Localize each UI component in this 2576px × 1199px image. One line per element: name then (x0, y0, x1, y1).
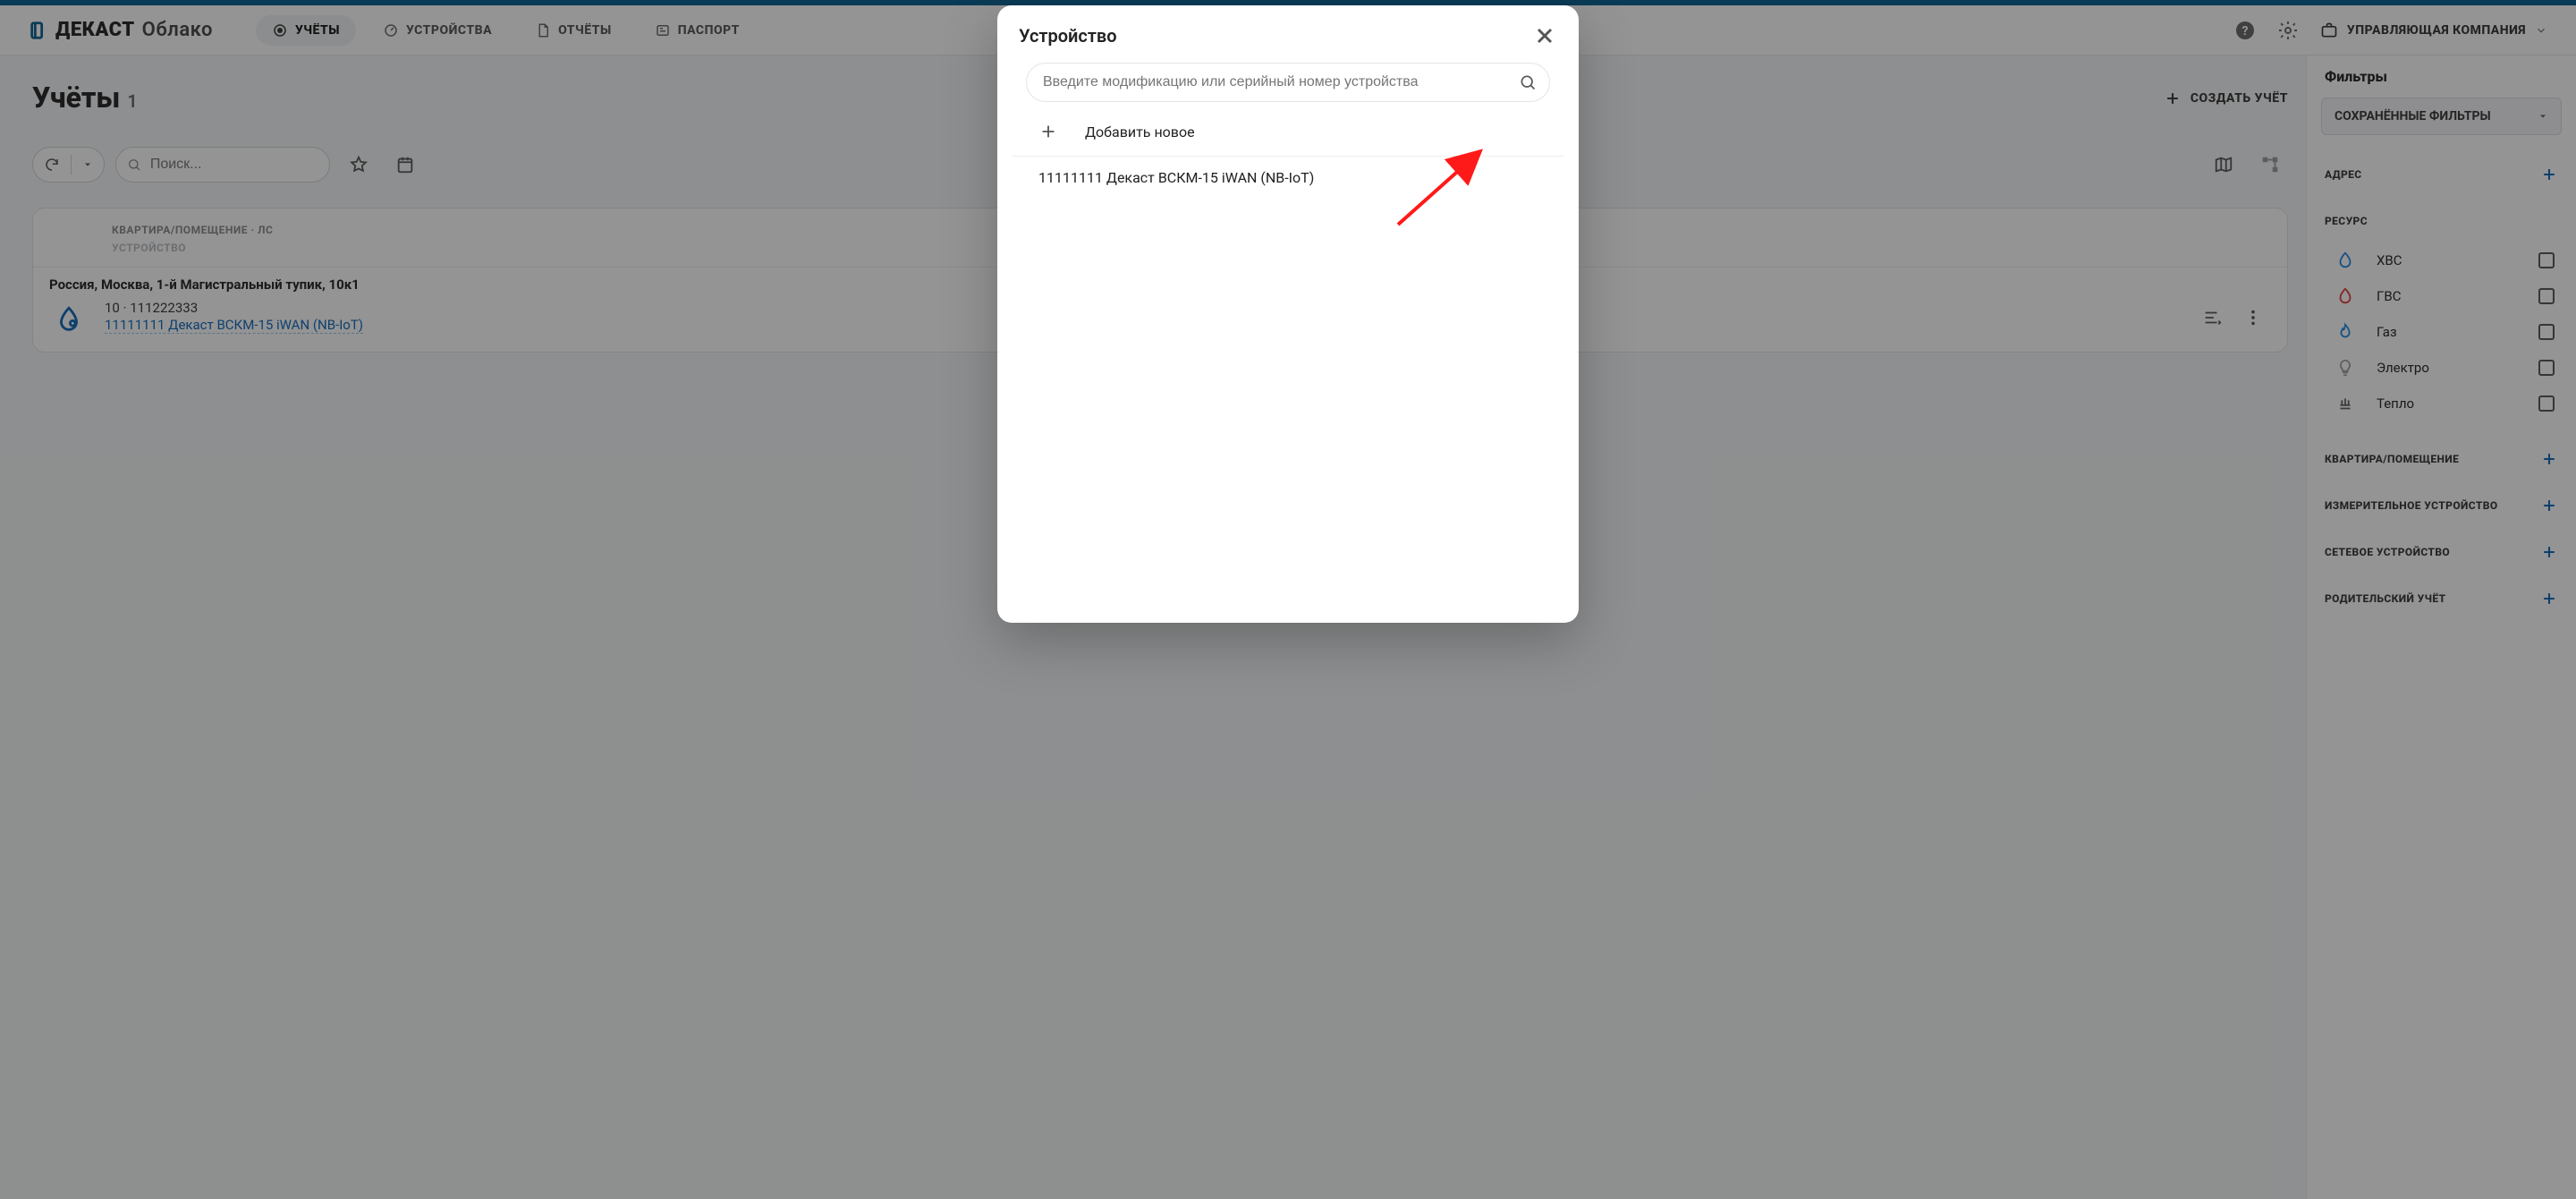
device-modal: Устройство Добавить новое 11111111 Декас… (997, 5, 1579, 623)
add-new-label: Добавить новое (1085, 123, 1195, 140)
modal-search-input[interactable] (1043, 74, 1508, 90)
search-icon[interactable] (1519, 73, 1537, 91)
plus-icon (1038, 122, 1058, 141)
modal-header: Устройство (1012, 23, 1564, 63)
add-new-device-button[interactable]: Добавить новое (1012, 109, 1564, 157)
modal-search-box[interactable] (1026, 63, 1550, 102)
modal-overlay[interactable]: Устройство Добавить новое 11111111 Декас… (0, 0, 2576, 1199)
device-list-item[interactable]: 11111111 Декаст ВСКМ-15 iWAN (NB-IoT) (1012, 157, 1564, 199)
close-icon[interactable] (1532, 23, 1557, 48)
modal-title: Устройство (1019, 25, 1117, 47)
